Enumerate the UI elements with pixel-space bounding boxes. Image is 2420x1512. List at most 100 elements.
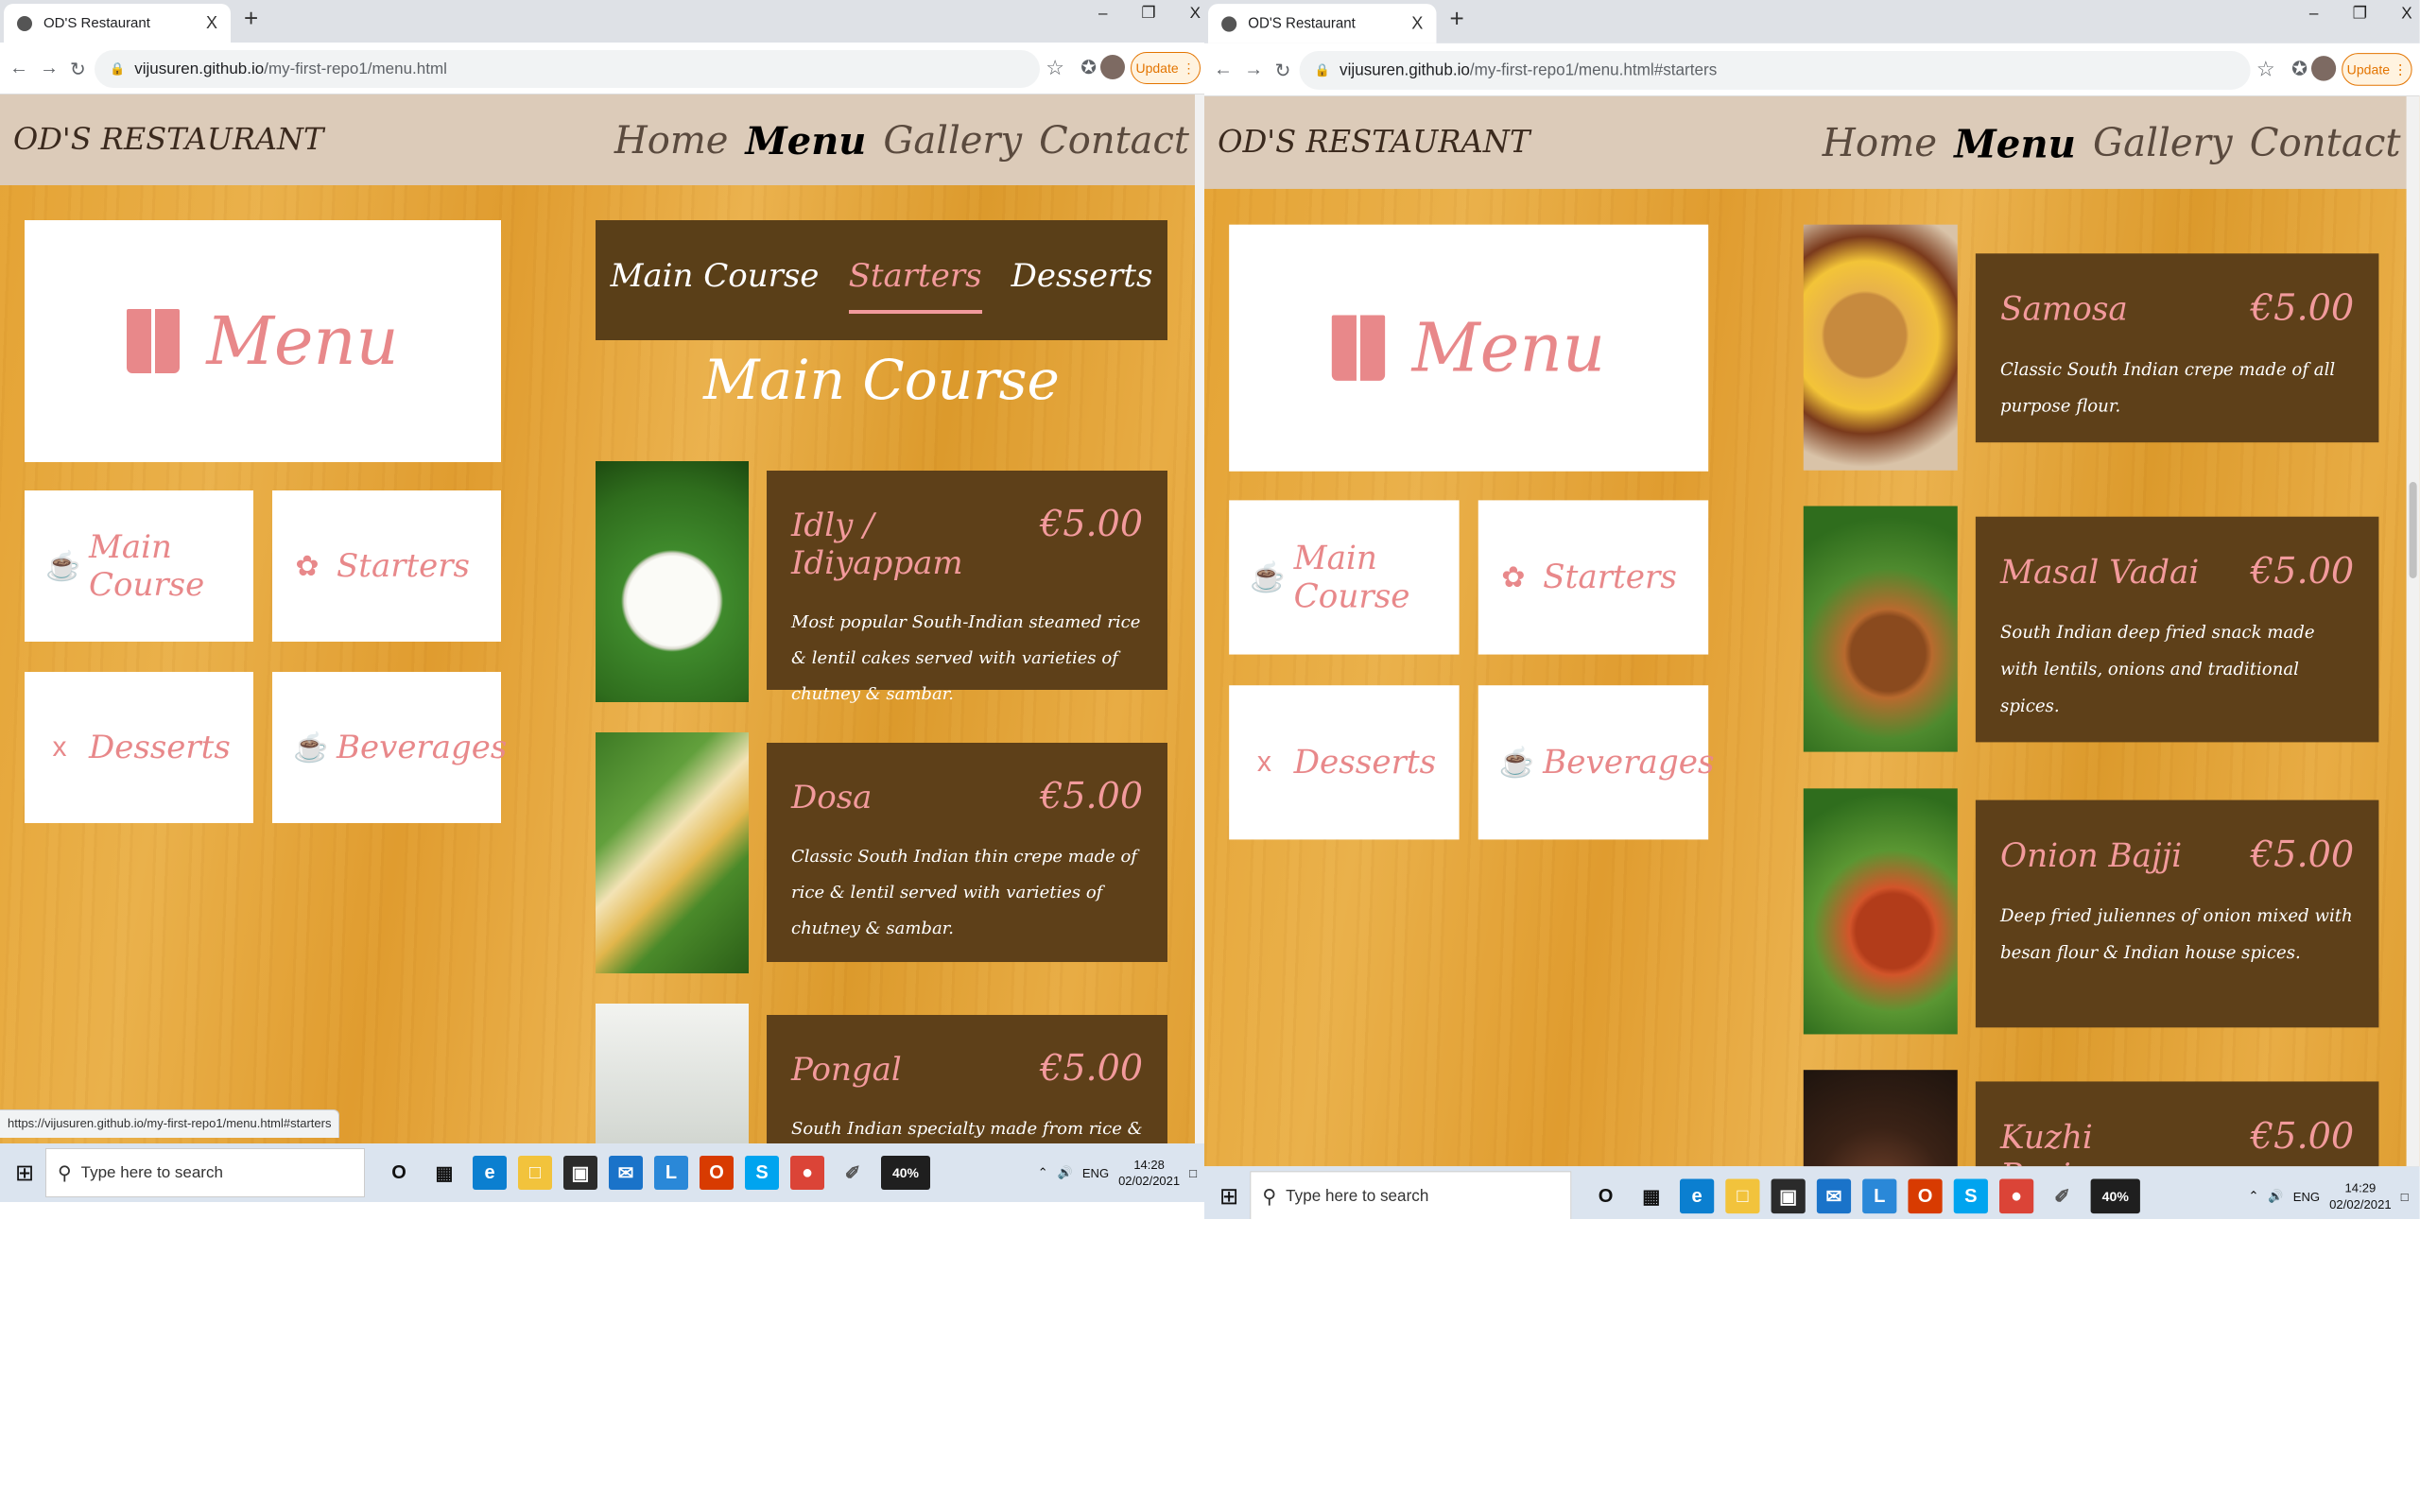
tray-chevron-icon[interactable]: ⌃ xyxy=(2248,1189,2258,1204)
category-starters[interactable]: ✿ Starters xyxy=(1478,500,1709,655)
item-price: €5.00 xyxy=(1040,775,1143,816)
chrome-icon[interactable]: ● xyxy=(790,1156,824,1190)
task-view-icon[interactable]: ▦ xyxy=(1634,1178,1668,1213)
restore-button[interactable]: ❐ xyxy=(1141,4,1155,23)
language-indicator[interactable]: ENG xyxy=(2293,1189,2320,1203)
close-window-button[interactable]: X xyxy=(2401,4,2411,23)
scrollbar-thumb[interactable] xyxy=(2409,482,2417,578)
category-beverages[interactable]: ☕ Beverages xyxy=(1478,685,1715,840)
page-scrollbar[interactable] xyxy=(1195,94,1204,1143)
forward-arrow-icon[interactable]: → xyxy=(1244,59,1263,80)
bookmark-star-icon[interactable]: ☆ xyxy=(2256,57,2275,82)
nav-home[interactable]: Home xyxy=(614,119,729,163)
system-clock[interactable]: 14:28 02/02/2021 xyxy=(1118,1157,1180,1189)
nav-gallery[interactable]: Gallery xyxy=(883,119,1022,163)
cortana-icon[interactable]: O xyxy=(1588,1178,1622,1213)
system-clock[interactable]: 14:29 02/02/2021 xyxy=(2329,1179,2391,1212)
tab-close-button[interactable]: X xyxy=(1411,13,1423,33)
browser-tab[interactable]: OD'S Restaurant X xyxy=(1208,4,1437,43)
skype-icon[interactable]: S xyxy=(745,1156,779,1190)
nav-contact[interactable]: Contact xyxy=(2250,122,2401,167)
tray-chevron-icon[interactable]: ⌃ xyxy=(1038,1165,1048,1180)
minimize-button[interactable]: – xyxy=(2309,4,2319,23)
edge-icon[interactable]: e xyxy=(1680,1178,1715,1214)
cortana-icon[interactable]: O xyxy=(382,1156,416,1190)
tab-close-button[interactable]: X xyxy=(206,13,217,33)
profile-avatar[interactable] xyxy=(1100,55,1125,79)
menu-item-card: Masal Vadai €5.00 South Indian deep fried… xyxy=(1975,516,2379,743)
category-main-course[interactable]: ☕ Main Course xyxy=(25,490,253,642)
windows-start-icon[interactable]: ⊞ xyxy=(1208,1182,1250,1211)
tray-volume-icon[interactable]: 🔊 xyxy=(1058,1165,1073,1180)
notification-icon[interactable]: □ xyxy=(2401,1189,2409,1203)
taskbar-search[interactable]: ⚲ Type here to search xyxy=(1250,1171,1572,1219)
back-arrow-icon[interactable]: ← xyxy=(1214,59,1233,80)
new-tab-button[interactable]: + xyxy=(1450,4,1464,34)
office-icon[interactable]: O xyxy=(1908,1178,1943,1214)
clock-time: 14:28 xyxy=(1133,1158,1165,1172)
file-explorer-icon[interactable]: □ xyxy=(518,1156,552,1190)
extensions-puzzle-icon[interactable]: ✪ xyxy=(2291,57,2308,81)
nav-gallery[interactable]: Gallery xyxy=(2093,122,2233,167)
nav-home[interactable]: Home xyxy=(1823,122,1937,167)
task-view-icon[interactable]: ▦ xyxy=(427,1156,461,1190)
dosa-photo xyxy=(596,732,749,973)
tab-desserts[interactable]: Desserts xyxy=(1011,257,1153,304)
language-indicator[interactable]: ENG xyxy=(1082,1166,1109,1180)
minimize-button[interactable]: – xyxy=(1098,4,1107,23)
screen-right: OD'S Restaurant X + – ❐ X ← → ↻ 🔒 vijusu… xyxy=(1204,0,2420,1219)
office-icon[interactable]: O xyxy=(700,1156,734,1190)
url-input[interactable]: 🔒 vijusuren.github.io /my-first-repo1/me… xyxy=(1299,51,2251,90)
item-description: Most popular South-Indian steamed rice &… xyxy=(791,612,1141,704)
new-tab-button[interactable]: + xyxy=(244,4,258,33)
update-button[interactable]: Update ⋮ xyxy=(1131,52,1201,84)
lync-icon[interactable]: L xyxy=(1862,1178,1897,1214)
cocktail-glass-icon: x xyxy=(1256,746,1271,779)
reload-icon[interactable]: ↻ xyxy=(70,58,86,81)
site-brand[interactable]: OD'S RESTAURANT xyxy=(1218,124,1530,161)
windows-start-icon[interactable]: ⊞ xyxy=(4,1160,45,1187)
url-path: /my-first-repo1/menu.html xyxy=(264,60,447,77)
tab-main-course[interactable]: Main Course xyxy=(611,257,820,304)
reload-icon[interactable]: ↻ xyxy=(1274,59,1290,83)
site-brand[interactable]: OD'S RESTAURANT xyxy=(13,121,323,157)
taskbar-search[interactable]: ⚲ Type here to search xyxy=(45,1148,365,1197)
bookmark-star-icon[interactable]: ☆ xyxy=(1046,56,1064,80)
category-desserts[interactable]: x Desserts xyxy=(1229,685,1460,840)
profile-avatar[interactable] xyxy=(2310,56,2337,81)
nav-menu[interactable]: Menu xyxy=(745,119,866,163)
mail-icon[interactable]: ✉ xyxy=(609,1156,643,1190)
item-name: Onion Bajji xyxy=(2000,836,2183,876)
skype-icon[interactable]: S xyxy=(1953,1178,1988,1214)
back-arrow-icon[interactable]: ← xyxy=(9,58,28,79)
file-explorer-icon[interactable]: □ xyxy=(1725,1178,1760,1214)
category-main-course[interactable]: ☕ Main Course xyxy=(1229,500,1460,655)
url-input[interactable]: 🔒 vijusuren.github.io /my-first-repo1/me… xyxy=(95,50,1040,88)
browser-tab[interactable]: OD'S Restaurant X xyxy=(4,4,231,43)
lync-icon[interactable]: L xyxy=(654,1156,688,1190)
update-button[interactable]: Update ⋮ xyxy=(2342,53,2412,86)
category-desserts[interactable]: x Desserts xyxy=(25,672,253,823)
restore-button[interactable]: ❐ xyxy=(2353,4,2367,23)
notification-icon[interactable]: □ xyxy=(1189,1166,1197,1180)
forward-arrow-icon[interactable]: → xyxy=(40,58,59,79)
paint-icon[interactable]: ✐ xyxy=(836,1156,870,1190)
extensions-puzzle-icon[interactable]: ✪ xyxy=(1080,56,1097,79)
nav-contact[interactable]: Contact xyxy=(1039,119,1189,163)
store-icon[interactable]: ▣ xyxy=(563,1156,597,1190)
category-beverages[interactable]: ☕ Beverages xyxy=(272,672,507,823)
close-window-button[interactable]: X xyxy=(1190,4,1201,23)
edge-icon[interactable]: e xyxy=(473,1156,507,1190)
page-scrollbar[interactable] xyxy=(2406,96,2420,1167)
mail-icon[interactable]: ✉ xyxy=(1816,1178,1852,1214)
tray-volume-icon[interactable]: 🔊 xyxy=(2268,1189,2283,1204)
store-icon[interactable]: ▣ xyxy=(1771,1178,1806,1214)
tab-starters[interactable]: Starters xyxy=(848,257,982,314)
nav-menu[interactable]: Menu xyxy=(1954,122,2076,167)
battery-badge[interactable]: 40% xyxy=(881,1156,930,1190)
battery-badge[interactable]: 40% xyxy=(2090,1178,2140,1214)
category-starters[interactable]: ✿ Starters xyxy=(272,490,501,642)
paint-icon[interactable]: ✐ xyxy=(2045,1178,2079,1213)
chrome-icon[interactable]: ● xyxy=(1999,1178,2034,1214)
site-viewport: OD'S RESTAURANT Home Menu Gallery Contac… xyxy=(1204,96,2420,1167)
